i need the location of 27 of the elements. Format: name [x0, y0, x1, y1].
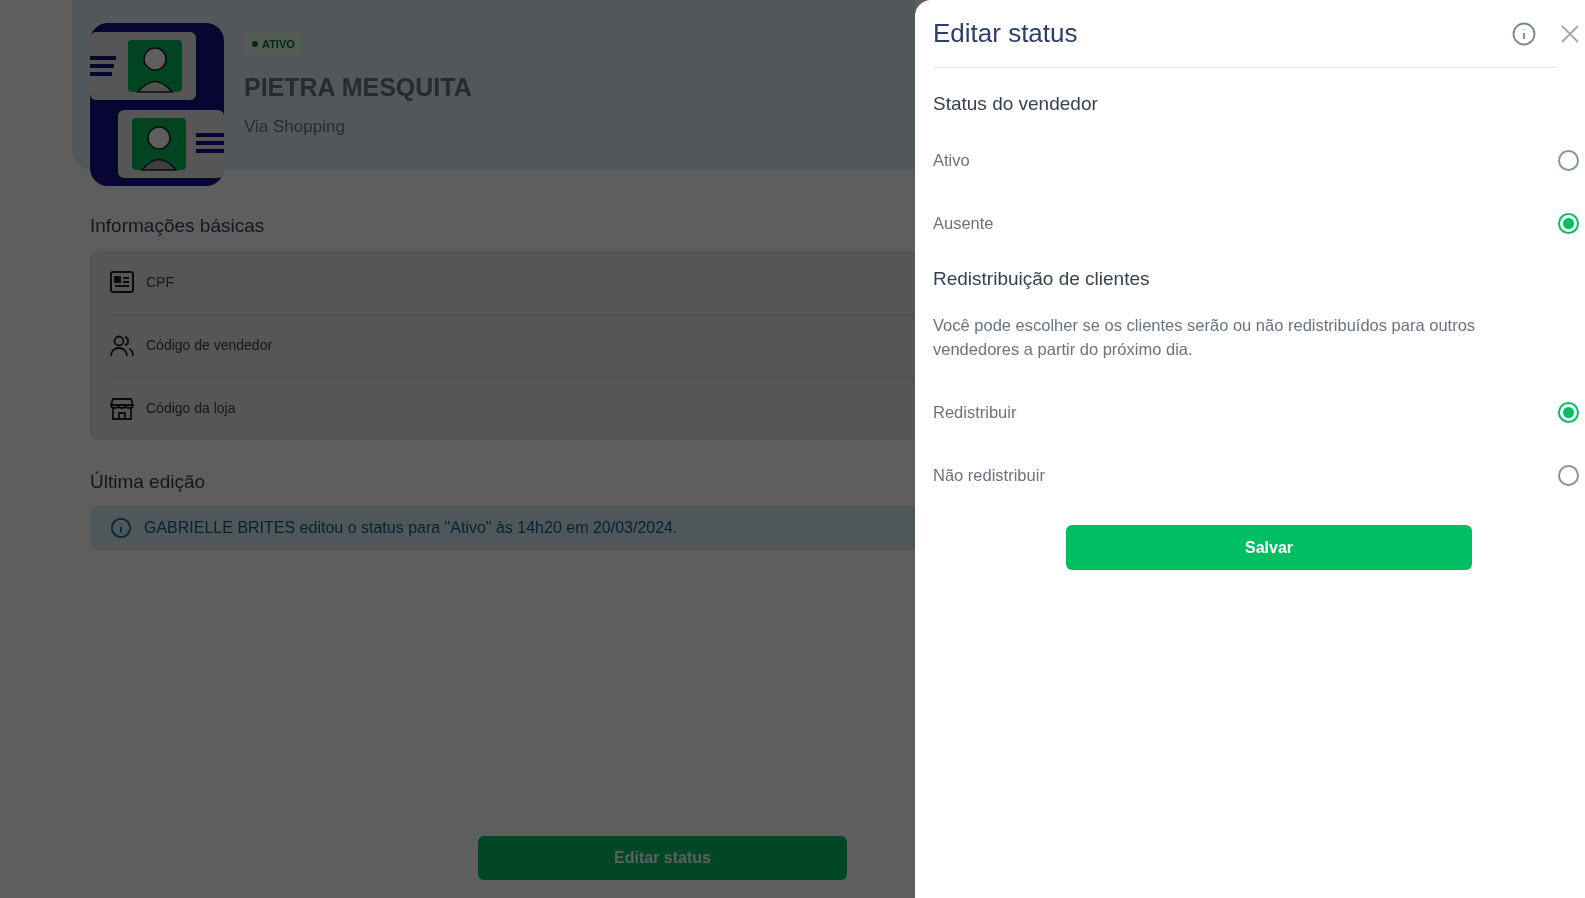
option-label: Redistribuir: [933, 402, 1018, 424]
info-label: CPF: [146, 272, 174, 292]
section-title: Status do vendedor: [933, 92, 1099, 116]
section-title: Informações básicas: [90, 214, 266, 238]
edit-status-button[interactable]: Editar status: [478, 836, 847, 880]
radio-button[interactable]: [1558, 149, 1579, 171]
radio-button[interactable]: [1558, 465, 1579, 486]
save-button[interactable]: Salvar: [1066, 525, 1472, 570]
id-card-icon: [110, 271, 134, 293]
option-label: Não redistribuir: [933, 465, 1046, 487]
radio-button[interactable]: [1558, 212, 1579, 234]
status-badge: ATIVO: [244, 32, 303, 57]
option-label: Ativo: [933, 149, 971, 171]
section-title: Redistribuição de clientes: [933, 266, 1151, 291]
radio-button[interactable]: [1558, 402, 1579, 423]
info-label: Código de vendedor: [146, 336, 273, 355]
info-icon[interactable]: [1512, 21, 1536, 46]
store-icon: [110, 397, 134, 420]
info-icon: [110, 517, 132, 539]
description-text: Você pode escolher se os clientes serão ou não redistribuídos para outros vendedores a partir do próximo dia.: [933, 315, 1477, 360]
section-title: Última edição: [90, 469, 207, 494]
close-icon[interactable]: [1561, 24, 1579, 43]
people-icon: [110, 334, 134, 357]
panel-title: Editar status: [933, 17, 1079, 50]
last-edit-message: GABRIELLE BRITES editou o status para "Ativo" às 14h20 em 20/03/2024.: [144, 518, 678, 538]
info-label: Código da loja: [146, 399, 236, 418]
option-label: Ausente: [933, 212, 995, 234]
